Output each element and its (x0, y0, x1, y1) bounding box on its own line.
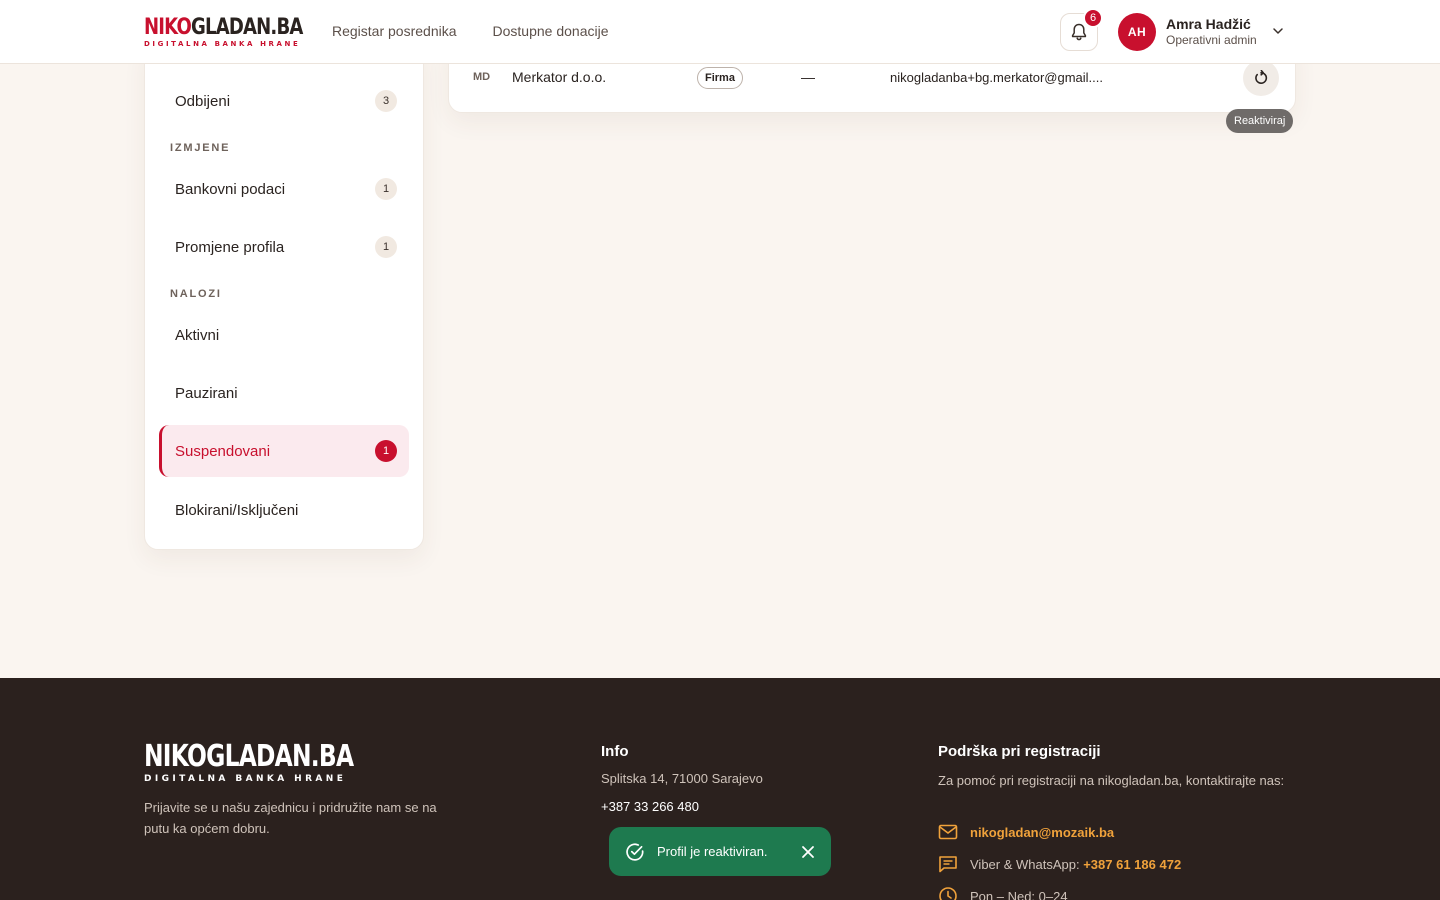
footer-info-title: Info (601, 743, 629, 760)
row-email: nikogladanba+bg.merkator@gmail.... (890, 70, 1104, 85)
chat-icon (939, 856, 957, 873)
top-header: NIKOGLADAN.BA DIGITALNA BANKA HRANE Regi… (0, 0, 1440, 64)
sidebar-item-bankovni-podaci[interactable]: Bankovni podaci 1 (159, 163, 409, 215)
footer-tagline: Prijavite se u našu zajednicu i pridruži… (144, 800, 437, 836)
count-badge: 1 (375, 440, 397, 462)
sidebar-item-promjene-profila[interactable]: Promjene profila 1 (159, 221, 409, 273)
sidebar-item-pauzirani[interactable]: Pauzirani (159, 367, 409, 419)
main-nav: Registar posrednika Dostupne donacije (332, 23, 609, 39)
footer-support-text: Za pomoć pri registraciji na nikogladan.… (938, 773, 1285, 788)
section-label-izmjene: IZMJENE (170, 142, 231, 154)
nav-dostupne-donacije[interactable]: Dostupne donacije (493, 23, 609, 39)
footer-hours-row: Pon – Ned: 0–24 (938, 886, 1068, 900)
row-name[interactable]: Merkator d.o.o. (512, 69, 606, 85)
count-badge: 1 (375, 178, 397, 200)
chevron-down-icon[interactable] (1272, 25, 1284, 37)
footer-viber-row: Viber & WhatsApp: +387 61 186 472 (938, 855, 1181, 873)
user-name[interactable]: Amra Hadžić (1166, 16, 1251, 32)
row-initials: MD (473, 71, 491, 83)
footer-viber-number[interactable]: +387 61 186 472 (1083, 857, 1181, 872)
sidebar-item-blokirani-iskljuceni[interactable]: Blokirani/Isključeni (159, 484, 409, 536)
notifications-button[interactable]: 6 (1060, 8, 1103, 51)
footer-hours: Pon – Ned: 0–24 (970, 888, 1068, 900)
logo-tagline: DIGITALNA BANKA HRANE (144, 40, 301, 48)
notification-count-badge: 6 (1083, 8, 1103, 28)
row-empty-value: — (801, 69, 815, 85)
footer-email[interactable]: nikogladan@mozaik.ba (970, 825, 1114, 840)
sidebar-item-suspendovani[interactable]: Suspendovani 1 (159, 425, 409, 477)
footer-support-title: Podrška pri registraciji (938, 743, 1101, 760)
clock-icon (939, 887, 957, 900)
reactivate-button[interactable] (1243, 60, 1279, 96)
footer-address: Splitska 14, 71000 Sarajevo (601, 771, 763, 786)
footer-logo[interactable]: NIKOGLADAN.BA DIGITALNA BANKA HRANE (144, 742, 412, 785)
sidebar-item-odbijeni[interactable]: Odbijeni 3 (159, 75, 409, 127)
nav-registar-posrednika[interactable]: Registar posrednika (332, 23, 457, 39)
count-badge: 3 (375, 90, 397, 112)
section-label-nalozi: NALOZI (170, 288, 222, 300)
type-badge: Firma (697, 67, 743, 89)
footer-email-row: nikogladan@mozaik.ba (938, 824, 1114, 840)
sidebar: Odbijeni 3 IZMJENE Bankovni podaci 1 Pro… (144, 40, 424, 550)
footer-phone[interactable]: +387 33 266 480 (601, 797, 699, 817)
brand-logo[interactable]: NIKOGLADAN.BA DIGITALNA BANKA HRANE (144, 17, 337, 49)
count-badge: 1 (375, 236, 397, 258)
user-role: Operativni admin (1166, 33, 1257, 47)
sidebar-item-aktivni[interactable]: Aktivni (159, 309, 409, 361)
bell-icon (1071, 23, 1087, 41)
reactivate-tooltip: Reaktiviraj (1226, 109, 1294, 133)
success-toast: Profil je reaktiviran. (609, 827, 831, 876)
avatar[interactable]: AH (1118, 13, 1156, 51)
mail-icon (938, 824, 958, 840)
toast-message: Profil je reaktiviran. (657, 844, 768, 859)
check-circle-icon (626, 842, 644, 861)
refresh-icon (1255, 70, 1268, 84)
close-icon[interactable] (801, 845, 815, 859)
